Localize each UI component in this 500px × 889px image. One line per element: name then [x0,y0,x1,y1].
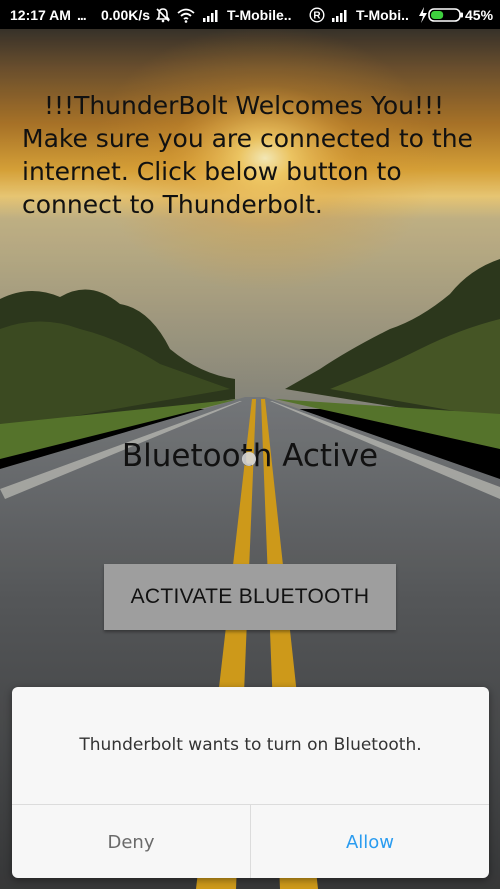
mute-icon [155,0,171,29]
touch-indicator [242,452,256,466]
deny-button[interactable]: Deny [12,805,251,878]
carrier1-label: T-Mobile.. [227,6,292,23]
bluetooth-permission-dialog: Thunderbolt wants to turn on Bluetooth. … [12,687,489,878]
carrier2-label: T-Mobi.. [356,6,409,23]
welcome-message: !!!ThunderBolt Welcomes You!!! Make sure… [22,89,482,221]
signal-icon [203,0,221,29]
charging-icon [418,0,428,29]
svg-text:R: R [313,10,321,21]
status-time: 12:17 AM [10,6,71,23]
welcome-instructions: Make sure you are connected to the inter… [22,124,473,219]
battery-icon [428,0,464,29]
dialog-actions: Deny Allow [12,804,489,878]
status-dots: ... [77,6,87,23]
wifi-icon [176,0,196,29]
status-bar: 12:17 AM ... 0.00K/s T-Mobile.. R T-Mobi… [0,0,500,29]
dialog-message: Thunderbolt wants to turn on Bluetooth. [79,735,422,755]
roaming-icon: R [309,0,325,29]
network-speed: 0.00K/s [101,6,151,23]
activate-bluetooth-button[interactable]: ACTIVATE BLUETOOTH [104,564,396,630]
welcome-title: !!!ThunderBolt Welcomes You!!! [44,91,445,120]
battery-percent: 45% [465,6,494,23]
allow-button[interactable]: Allow [251,805,489,878]
signal2-icon [332,0,350,29]
